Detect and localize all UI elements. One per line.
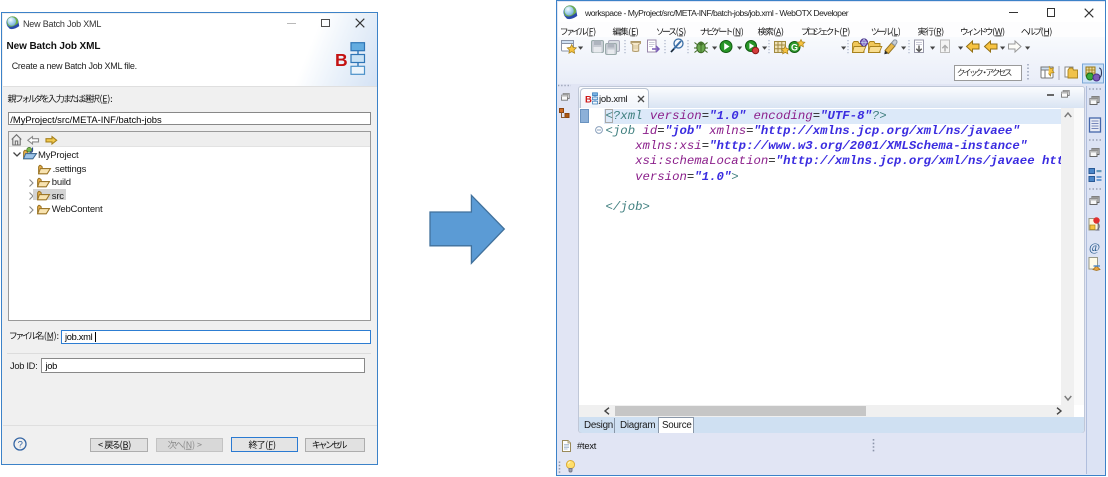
svg-text:@: @ [1089, 240, 1100, 254]
svg-text:G: G [791, 43, 798, 53]
svg-text:?: ? [18, 439, 23, 450]
svg-text:B: B [585, 94, 592, 105]
